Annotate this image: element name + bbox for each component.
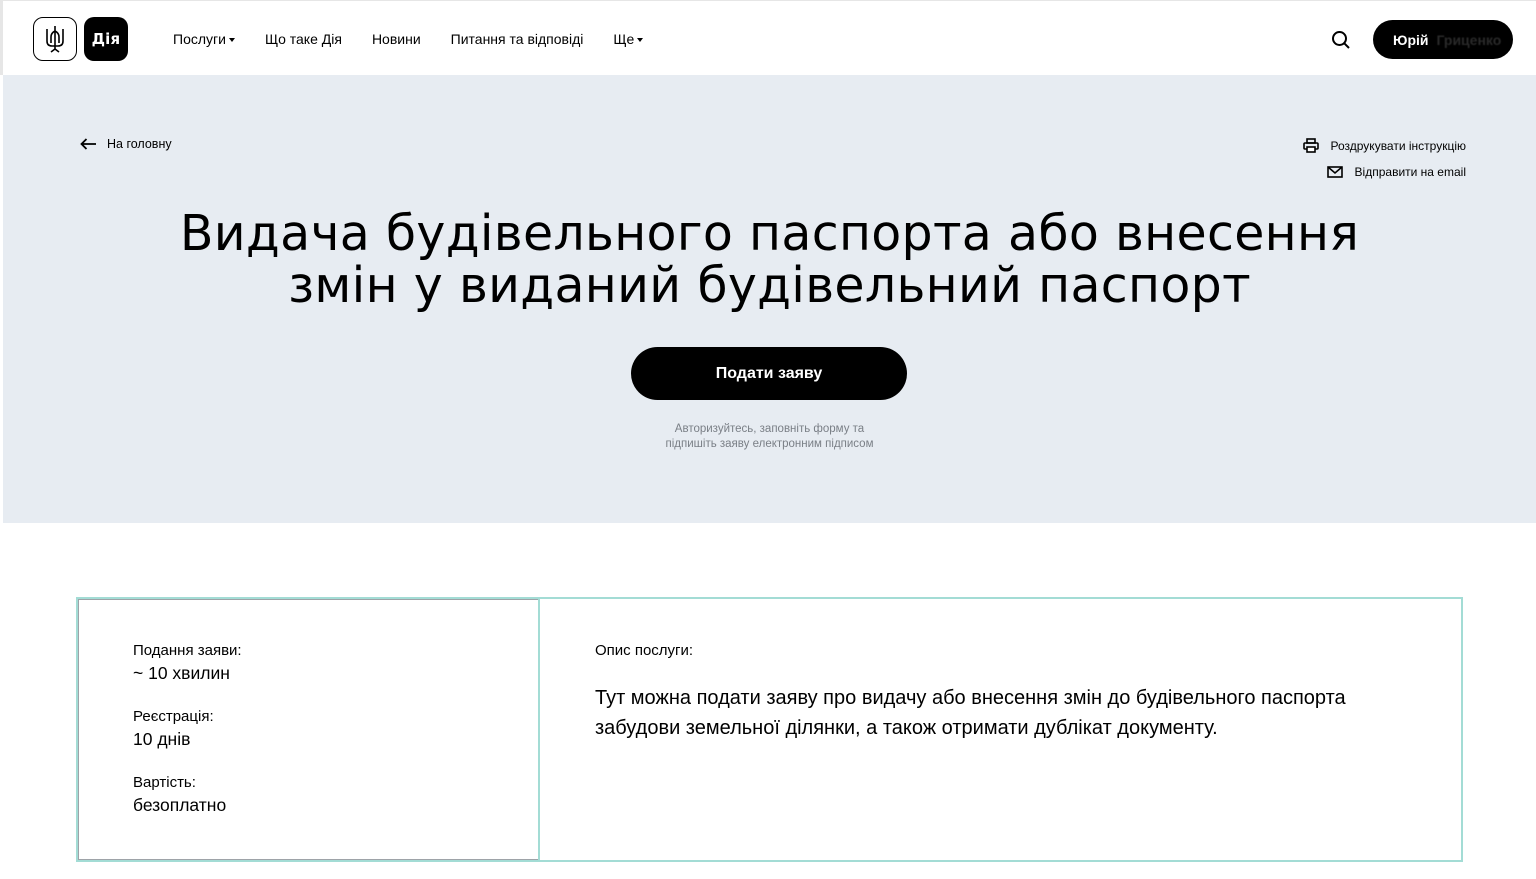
apply-hint-line-1: Авторизуйтесь, заповніть форму та bbox=[674, 423, 865, 435]
caret-down-icon bbox=[228, 37, 235, 42]
envelope-icon bbox=[1326, 166, 1343, 178]
caret-down-icon bbox=[637, 37, 644, 42]
page-title: Видача будівельного паспорта або внесенн… bbox=[3, 208, 1536, 312]
diia-logo[interactable]: Дія bbox=[84, 17, 128, 61]
search-icon bbox=[1332, 31, 1350, 49]
hero-section: На головну Роздрукувати інструкцію Відпр… bbox=[3, 75, 1536, 523]
user-profile-button[interactable]: Юрій Гриценко bbox=[1373, 20, 1513, 59]
user-last-name: Гриценко bbox=[1436, 31, 1502, 48]
nav-item-about[interactable]: Що таке Дія bbox=[265, 31, 342, 47]
user-first-name: Юрій bbox=[1393, 31, 1429, 48]
submission-time-value: ~ 10 хвилин bbox=[133, 663, 230, 683]
service-info-box: Подання заяви: ~ 10 хвилин Реєстрація: 1… bbox=[76, 597, 1463, 862]
nav-item-faq[interactable]: Питання та відповіді bbox=[451, 31, 584, 47]
description-label: Опис послуги: bbox=[595, 642, 694, 659]
send-email-label: Відправити на email bbox=[1354, 165, 1466, 179]
nav-label: Послуги bbox=[173, 31, 226, 47]
search-button[interactable] bbox=[1329, 28, 1353, 52]
nav-label: Питання та відповіді bbox=[450, 31, 584, 47]
trident-icon bbox=[46, 26, 64, 53]
service-cost-label: Вартість: bbox=[133, 774, 196, 791]
registration-time: Реєстрація: 10 днів bbox=[133, 707, 214, 751]
main-nav: Послуги Що таке Дія Новини Питання та ві… bbox=[173, 31, 673, 47]
nav-item-more[interactable]: Ще bbox=[613, 31, 644, 47]
description-text: Тут можна подати заяву про видачу або вн… bbox=[595, 687, 1346, 739]
submit-application-button[interactable]: Подати заяву bbox=[631, 347, 907, 400]
submit-application-label: Подати заяву bbox=[715, 364, 823, 382]
arrow-left-icon bbox=[80, 138, 96, 150]
page-title-line-1: Видача будівельного паспорта або внесенн… bbox=[179, 205, 1360, 262]
nav-item-services[interactable]: Послуги bbox=[173, 31, 235, 47]
site-header: Дія Послуги Що таке Дія Новини Питання т… bbox=[0, 0, 1536, 75]
submission-time-label: Подання заяви: bbox=[133, 642, 242, 659]
apply-hint-line-2: підпишіть заяву електронним підписом bbox=[665, 438, 874, 450]
print-instruction-label: Роздрукувати інструкцію bbox=[1330, 138, 1466, 153]
instruction-actions: Роздрукувати інструкцію Відправити на em… bbox=[1302, 138, 1466, 191]
trident-logo[interactable] bbox=[33, 17, 77, 61]
column-divider bbox=[538, 599, 540, 860]
service-cost-value: безоплатно bbox=[133, 795, 227, 815]
page-title-line-2: змін у виданий будівельний паспорт bbox=[288, 257, 1251, 314]
registration-time-value: 10 днів bbox=[133, 729, 191, 749]
nav-label: Новини bbox=[371, 31, 421, 47]
submission-time: Подання заяви: ~ 10 хвилин bbox=[133, 641, 242, 685]
back-home-label: На головну bbox=[107, 137, 172, 151]
print-instruction-link[interactable]: Роздрукувати інструкцію bbox=[1302, 138, 1466, 153]
registration-time-label: Реєстрація: bbox=[133, 708, 214, 725]
nav-label: Що таке Дія bbox=[264, 31, 342, 47]
printer-icon bbox=[1302, 138, 1319, 153]
diia-logo-text: Дія bbox=[91, 30, 121, 48]
send-email-link[interactable]: Відправити на email bbox=[1326, 165, 1466, 179]
nav-item-news[interactable]: Новини bbox=[372, 31, 421, 47]
service-cost: Вартість: безоплатно bbox=[133, 773, 226, 817]
nav-label: Ще bbox=[613, 31, 635, 47]
back-home-link[interactable]: На головну bbox=[80, 137, 172, 151]
apply-hint: Авторизуйтесь, заповніть форму та підпиш… bbox=[3, 422, 1536, 452]
